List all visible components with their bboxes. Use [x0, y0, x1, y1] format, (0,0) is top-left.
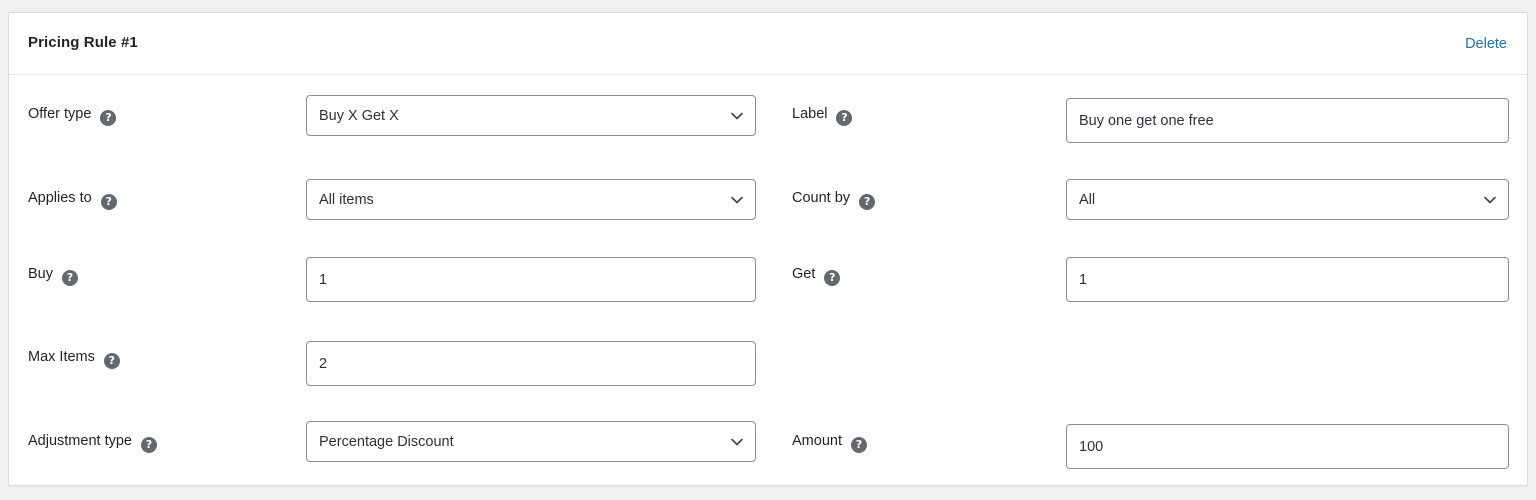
- card-header: Pricing Rule #1 Delete: [9, 13, 1527, 75]
- adjustment-type-label-text: Adjustment type: [28, 433, 132, 449]
- amount-input[interactable]: [1066, 424, 1509, 469]
- amount-label-text: Amount: [792, 433, 842, 449]
- max-items-input[interactable]: [306, 341, 756, 386]
- help-icon[interactable]: ?: [100, 194, 117, 210]
- adjustment-type-select[interactable]: Percentage Discount: [306, 421, 756, 462]
- amount-label: Amount?: [792, 434, 867, 453]
- delete-rule-link[interactable]: Delete: [1465, 36, 1507, 52]
- help-icon[interactable]: ?: [140, 437, 157, 453]
- pricing-rule-card: Pricing Rule #1 Delete Offer type? Buy X…: [8, 12, 1528, 486]
- get-label: Get?: [792, 266, 841, 286]
- get-input[interactable]: [1066, 257, 1509, 302]
- adjustment-type-label: Adjustment type?: [28, 434, 157, 453]
- buy-label-text: Buy: [28, 266, 53, 282]
- get-label-text: Get: [792, 266, 816, 282]
- buy-label: Buy?: [28, 267, 78, 286]
- help-icon[interactable]: ?: [836, 110, 853, 126]
- count-by-select[interactable]: All: [1066, 179, 1509, 220]
- applies-to-label-text: Applies to: [28, 190, 92, 206]
- buy-input[interactable]: [306, 257, 756, 302]
- help-icon[interactable]: ?: [859, 194, 876, 210]
- offer-type-label: Offer type?: [28, 106, 117, 126]
- max-items-label-text: Max Items: [28, 349, 95, 365]
- applies-to-select[interactable]: All items: [306, 179, 756, 220]
- label-input[interactable]: [1066, 98, 1509, 143]
- help-icon[interactable]: ?: [100, 110, 117, 126]
- max-items-label: Max Items?: [28, 350, 120, 369]
- applies-to-label: Applies to?: [28, 191, 117, 210]
- help-icon[interactable]: ?: [62, 270, 78, 286]
- help-icon[interactable]: ?: [824, 270, 841, 286]
- count-by-label: Count by?: [792, 190, 876, 210]
- label-label: Label?: [792, 106, 853, 126]
- card-body: Offer type? Buy X Get X Label? Applies t…: [9, 75, 1527, 485]
- count-by-label-text: Count by: [792, 190, 851, 206]
- offer-type-select[interactable]: Buy X Get X: [306, 95, 756, 136]
- label-label-text: Label: [792, 106, 828, 122]
- count-by-select-wrap: All: [1066, 179, 1509, 220]
- offer-type-label-text: Offer type: [28, 106, 92, 122]
- adjustment-type-select-wrap: Percentage Discount: [306, 421, 756, 462]
- help-icon[interactable]: ?: [103, 353, 120, 369]
- applies-to-select-wrap: All items: [306, 179, 756, 220]
- offer-type-select-wrap: Buy X Get X: [306, 95, 756, 136]
- help-icon[interactable]: ?: [850, 437, 867, 453]
- page-title: Pricing Rule #1: [28, 34, 138, 51]
